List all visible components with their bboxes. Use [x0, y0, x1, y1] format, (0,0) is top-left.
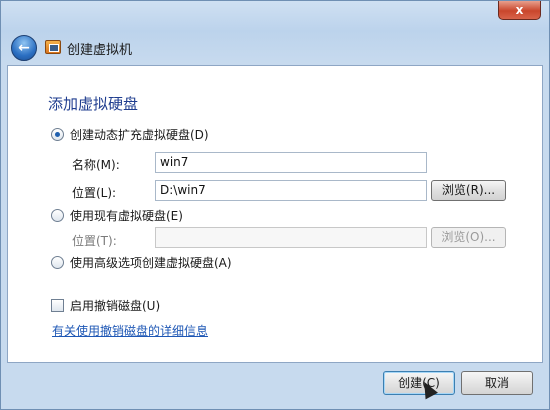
- undo-disk-label: 启用撤销磁盘(U): [70, 299, 161, 313]
- undo-disk-checkbox[interactable]: [51, 299, 64, 312]
- content-panel: 添加虚拟硬盘 创建动态扩充虚拟硬盘(D) 名称(M): win7 位置(L): …: [7, 65, 543, 363]
- window-title: 创建虚拟机: [67, 43, 133, 58]
- cancel-button[interactable]: 取消: [461, 371, 533, 395]
- radio-use-existing-disk[interactable]: [51, 209, 64, 222]
- name-input[interactable]: win7: [155, 152, 427, 173]
- radio-create-dynamic-disk[interactable]: [51, 128, 64, 141]
- existing-location-input[interactable]: [155, 227, 427, 248]
- virtual-pc-icon: [45, 40, 61, 54]
- option-use-existing-disk-label: 使用现有虚拟硬盘(E): [70, 209, 183, 223]
- browse-location-button[interactable]: 浏览(R)...: [431, 180, 506, 201]
- back-arrow-icon: ←: [18, 40, 30, 56]
- close-icon: x: [515, 3, 524, 17]
- page-heading: 添加虚拟硬盘: [48, 95, 139, 113]
- location-label: 位置(L):: [72, 186, 117, 200]
- close-button[interactable]: x: [498, 1, 541, 20]
- undo-disk-details-link[interactable]: 有关使用撤销磁盘的详细信息: [52, 322, 208, 339]
- name-label: 名称(M):: [72, 158, 120, 172]
- location-input[interactable]: D:\win7: [155, 180, 427, 201]
- create-button[interactable]: 创建(C): [383, 371, 455, 395]
- option-advanced-label: 使用高级选项创建虚拟硬盘(A): [70, 256, 232, 270]
- create-vm-window: x ← 创建虚拟机 添加虚拟硬盘 创建动态扩充虚拟硬盘(D) 名称(M): wi…: [0, 0, 550, 410]
- radio-advanced-options[interactable]: [51, 256, 64, 269]
- browse-existing-button[interactable]: 浏览(O)...: [431, 227, 506, 248]
- option-create-dynamic-disk-label: 创建动态扩充虚拟硬盘(D): [70, 128, 209, 142]
- existing-location-label: 位置(T):: [72, 234, 117, 248]
- back-button[interactable]: ←: [11, 35, 37, 61]
